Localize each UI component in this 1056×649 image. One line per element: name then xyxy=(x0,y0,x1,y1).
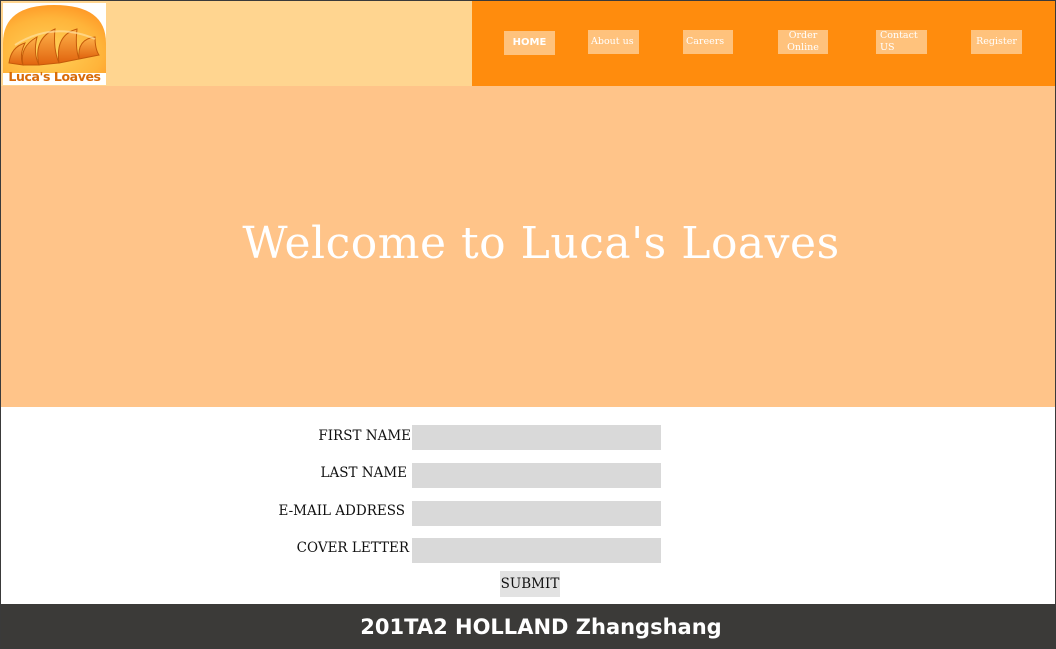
first-name-field[interactable] xyxy=(412,425,661,450)
logo-text: Luca's Loaves xyxy=(8,69,101,84)
brand-logo[interactable]: Luca's Loaves xyxy=(3,3,106,85)
nav-order-online-link[interactable]: Order Online xyxy=(778,30,828,54)
header-nav-bar xyxy=(472,1,1055,86)
nav-home-link[interactable]: HOME xyxy=(504,31,555,55)
footer-credit: 201TA2 HOLLAND Zhangshang xyxy=(360,615,722,639)
last-name-label: LAST NAME xyxy=(320,465,408,481)
hero-banner: Welcome to Luca's Loaves xyxy=(1,86,1055,407)
first-name-label: FIRST NAME xyxy=(318,428,411,444)
croissant-icon xyxy=(3,5,106,73)
cover-letter-label: COVER LETTER xyxy=(296,540,409,556)
cover-letter-field[interactable] xyxy=(412,538,661,563)
nav-careers-link[interactable]: Careers xyxy=(683,30,733,54)
last-name-field[interactable] xyxy=(412,463,661,488)
nav-register-link[interactable]: Register xyxy=(971,30,1022,54)
hero-title: Welcome to Luca's Loaves xyxy=(242,218,840,269)
nav-about-link[interactable]: About us xyxy=(588,30,639,54)
footer-bar: 201TA2 HOLLAND Zhangshang xyxy=(1,604,1055,648)
email-field[interactable] xyxy=(412,501,661,526)
nav-contact-link[interactable]: Contact US xyxy=(876,30,927,54)
email-label: E-MAIL ADDRESS xyxy=(278,503,405,519)
submit-button[interactable]: SUBMIT xyxy=(500,571,560,597)
page-frame: Luca's Loaves HOME About us Careers Orde… xyxy=(0,0,1056,649)
